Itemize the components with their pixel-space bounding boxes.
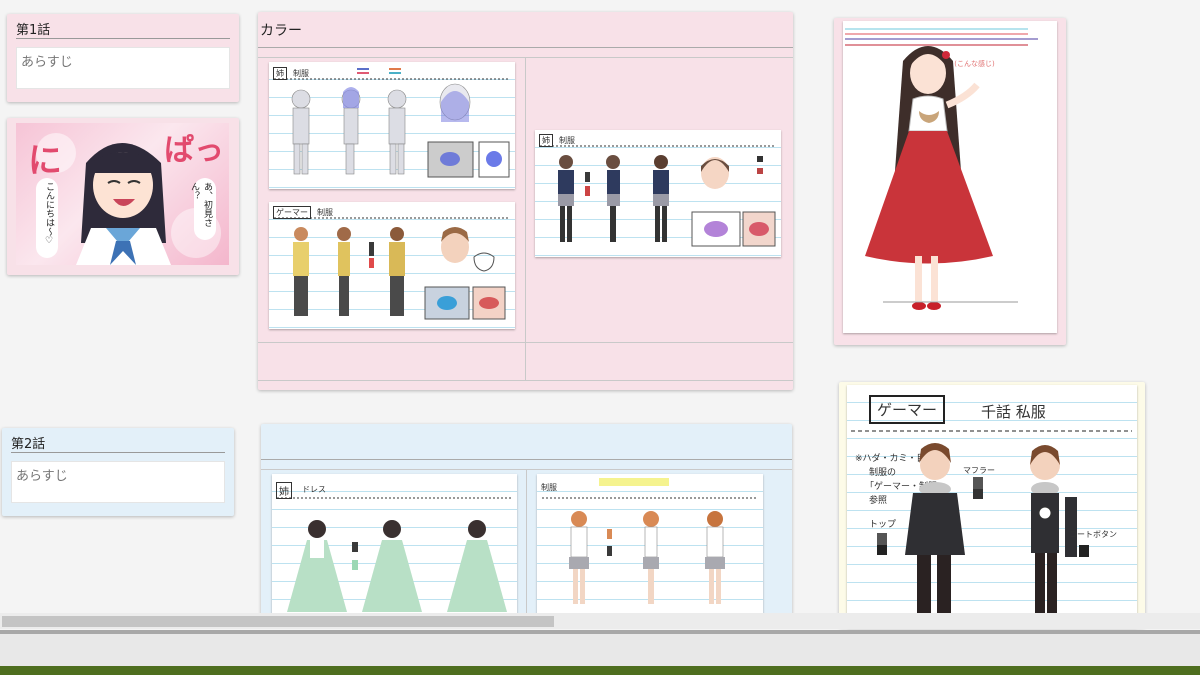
speech-bubble-right: あ、初見さん？ xyxy=(189,178,216,240)
sheet-drawings xyxy=(277,497,512,612)
manga-big-text-1: に xyxy=(28,141,62,181)
svg-text:マフラー: マフラー xyxy=(963,466,995,475)
svg-text:制服の: 制服の xyxy=(869,466,896,478)
horizontal-scrollbar-thumb[interactable] xyxy=(2,616,554,627)
board-divider xyxy=(261,459,792,460)
manga-panel-image[interactable]: に ぱっ こんにちは～♡ あ、初見さん？ xyxy=(16,123,229,265)
speech-bubble-left: こんにちは～♡ xyxy=(36,178,58,258)
character-sheet-gamer-school[interactable]: ゲーマー 制服 xyxy=(269,202,515,329)
board-divider xyxy=(258,380,793,381)
svg-text:参照: 参照 xyxy=(869,494,887,506)
sheet-drawings xyxy=(540,145,776,247)
svg-text:コートボタン: コートボタン xyxy=(1069,530,1117,539)
gamer-private-card: ゲーマー 千話 私服 ※ハダ・カミ・目は 制服の 「ゲーマー・制服」 参照 トッ… xyxy=(839,382,1145,627)
sheet-drawings xyxy=(274,217,509,320)
episode-2-title: 第2話 xyxy=(11,437,46,452)
character-illustration-card: ホホ (こんな感じ) xyxy=(834,18,1066,345)
character-sheet-gamer-private[interactable]: ゲーマー 千話 私服 ※ハダ・カミ・目は 制服の 「ゲーマー・制服」 参照 トッ… xyxy=(847,385,1137,627)
color-board: カラー 姉 制服 ゲーマー 制服 姉 制服 xyxy=(258,12,793,390)
board-divider xyxy=(258,342,793,343)
color-board-title: カラー xyxy=(260,23,302,39)
character-sheet-sister-school[interactable]: 姉 制服 xyxy=(269,62,515,189)
board-divider xyxy=(526,469,527,624)
episode-1-card: 第1話 xyxy=(7,14,239,102)
character-sheet-girl-school[interactable]: 姉 制服 xyxy=(535,130,781,257)
board-divider xyxy=(258,47,793,48)
footer-bar xyxy=(0,666,1200,675)
manga-panel-card: に ぱっ こんにちは～♡ あ、初見さん？ xyxy=(7,118,239,275)
episode-1-title: 第1話 xyxy=(16,23,51,38)
sheet-drawings: ※ハダ・カミ・目は 制服の 「ゲーマー・制服」 参照 トップ マフラー コートボ… xyxy=(851,430,1132,625)
episode-1-synopsis-input[interactable] xyxy=(16,47,230,89)
character-illustration[interactable]: ホホ (こんな感じ) xyxy=(843,21,1057,333)
character-sheet-girl2-school[interactable]: 制服 xyxy=(537,474,763,624)
sheet-drawings xyxy=(542,478,757,604)
dress-girl-drawing: ホホ (こんな感じ) xyxy=(845,28,1038,310)
svg-text:トップ: トップ xyxy=(869,519,896,530)
manga-big-text-2: ぱっ xyxy=(164,133,224,168)
episode-2-card: 第2話 xyxy=(2,428,234,516)
character-sheet-sister-dress[interactable]: 姉 ドレス xyxy=(272,474,517,624)
board-divider xyxy=(525,57,526,380)
divider xyxy=(16,38,230,39)
bottom-panel xyxy=(0,634,1200,666)
sheet-drawings xyxy=(274,68,510,178)
episode-2-synopsis-input[interactable] xyxy=(11,461,225,503)
divider xyxy=(11,452,225,453)
episode-2-board: 姉 ドレス 制服 xyxy=(261,424,792,624)
